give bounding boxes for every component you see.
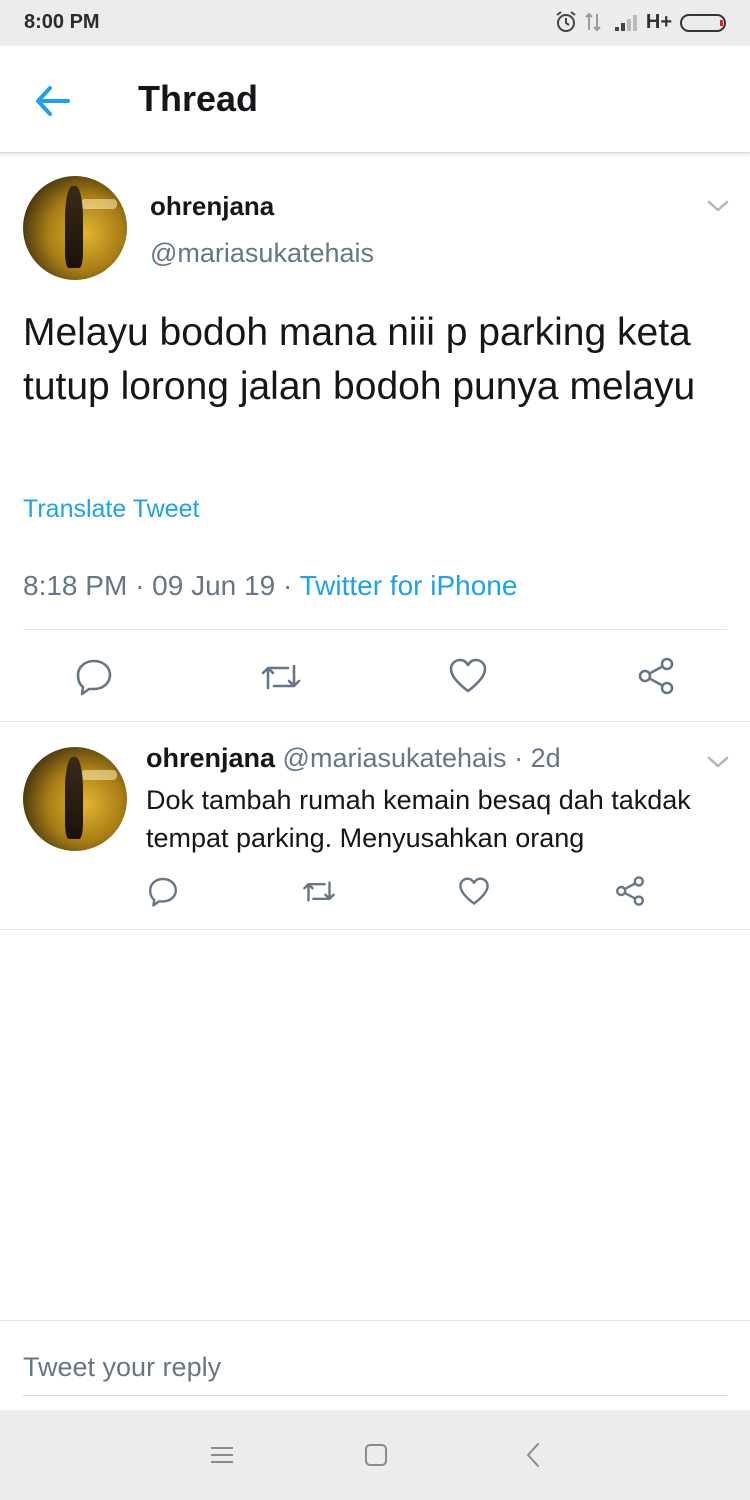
system-nav-bar (0, 1410, 750, 1500)
chevron-down-icon[interactable] (706, 198, 730, 214)
heart-icon[interactable] (458, 876, 490, 907)
share-icon[interactable] (614, 875, 646, 907)
tweet-date: 09 Jun 19 (152, 570, 276, 601)
reply-header: ohrenjana @mariasukatehais · 2d (146, 743, 561, 774)
status-time: 8:00 PM (24, 11, 100, 33)
tweet-meta: 8:18 PM · 09 Jun 19 · Twitter for iPhone (23, 570, 517, 602)
retweet-icon[interactable] (260, 658, 302, 696)
retweet-icon[interactable] (302, 876, 336, 907)
menu-icon[interactable] (207, 1440, 237, 1470)
meta-separator: · (514, 743, 524, 773)
heart-icon[interactable] (448, 657, 488, 695)
page-title: Thread (138, 78, 259, 119)
data-arrows-icon (585, 12, 601, 32)
network-type: H+ (645, 11, 672, 33)
avatar[interactable] (23, 747, 127, 851)
author-handle[interactable]: @mariasukatehais (150, 238, 374, 269)
translate-tweet-link[interactable]: Translate Tweet (23, 495, 199, 524)
alarm-icon (556, 11, 576, 32)
divider (0, 721, 750, 722)
battery-icon (680, 14, 726, 32)
tweet-text: Melayu bodoh mana niii p parking keta tu… (23, 311, 696, 408)
meta-separator: · (135, 570, 153, 601)
top-bar: Thread (0, 46, 750, 153)
status-bar: 8:00 PM H+ (0, 0, 750, 46)
tweet-reply-input[interactable]: Tweet your reply (23, 1345, 727, 1396)
arrow-left-icon (36, 86, 70, 116)
reply-author-handle[interactable]: @mariasukatehais (283, 743, 507, 773)
divider (23, 629, 727, 630)
reply-age: 2d (530, 743, 561, 773)
signal-icon (615, 15, 637, 31)
reply-icon[interactable] (74, 656, 114, 696)
back-button[interactable] (30, 78, 76, 124)
reply-author-name[interactable]: ohrenjana (146, 743, 275, 773)
home-square-icon[interactable] (361, 1440, 391, 1470)
divider (0, 1320, 750, 1321)
tweet-source-link[interactable]: Twitter for iPhone (300, 570, 518, 601)
tweet-time: 8:18 PM (23, 570, 128, 601)
avatar[interactable] (23, 176, 127, 280)
reply-text: Dok tambah rumah kemain besaq dah takdak… (146, 785, 691, 853)
reply-icon[interactable] (147, 875, 179, 907)
chevron-down-icon[interactable] (706, 754, 730, 770)
share-icon[interactable] (636, 656, 676, 696)
back-triangle-icon[interactable] (518, 1440, 548, 1470)
author-name[interactable]: ohrenjana (150, 191, 274, 222)
meta-separator: · (282, 570, 300, 601)
divider (0, 929, 750, 930)
